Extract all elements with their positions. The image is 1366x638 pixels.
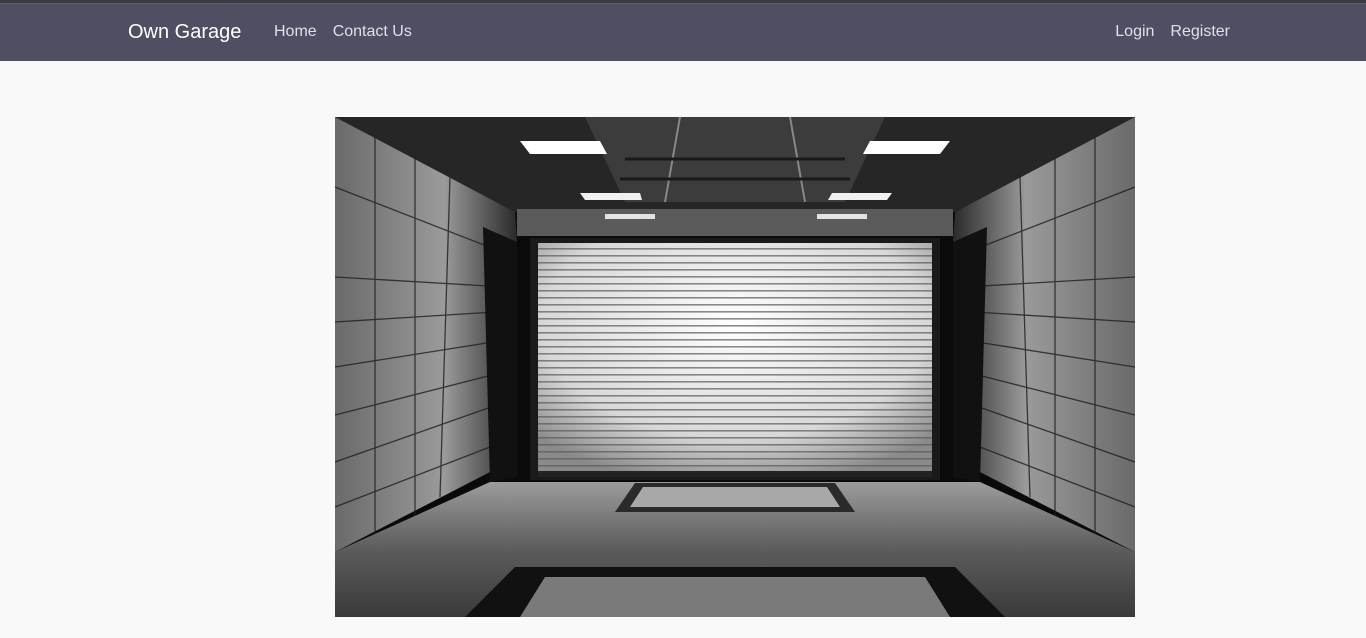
- hero-image: [335, 117, 1135, 617]
- nav-register-link[interactable]: Register: [1170, 4, 1230, 59]
- nav-login-link[interactable]: Login: [1115, 4, 1154, 59]
- main-content: [0, 61, 1366, 638]
- nav-home-link[interactable]: Home: [274, 4, 317, 59]
- brand-link[interactable]: Own Garage: [128, 4, 241, 61]
- navbar: Own Garage Home Contact Us Login Registe…: [0, 4, 1366, 61]
- nav-contact-link[interactable]: Contact Us: [333, 4, 412, 59]
- nav-left-links: Home Contact Us: [274, 4, 412, 59]
- nav-right-links: Login Register: [1115, 4, 1230, 59]
- garage-shutter-photo: [335, 117, 1135, 617]
